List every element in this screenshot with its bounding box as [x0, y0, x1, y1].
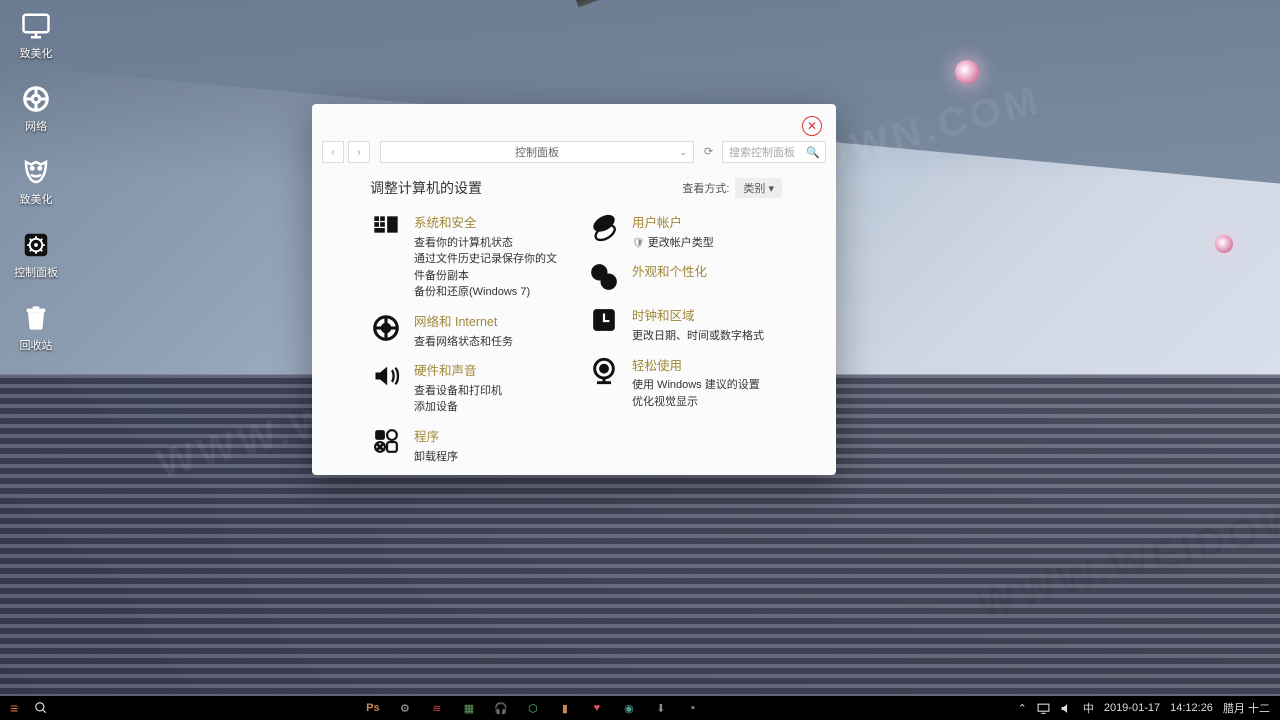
desktop-icon-label: 致美化: [20, 45, 53, 61]
chevron-down-icon: ⌄: [679, 147, 687, 158]
desktop-icon-label: 网络: [25, 118, 47, 134]
category-column-left: 系统和安全 查看你的计算机状态 通过文件历史记录保存你的文件备份副本 备份和还原…: [370, 214, 564, 465]
taskbar-app-shield[interactable]: ⬡: [526, 701, 540, 715]
tray-lunar: 腊月 十二: [1223, 700, 1270, 716]
desktop-icon-control-panel[interactable]: 控制面板: [8, 229, 64, 280]
taskbar-app-favorite[interactable]: ♥: [590, 701, 604, 715]
category-title[interactable]: 网络和 Internet: [414, 313, 513, 332]
category-link[interactable]: 添加设备: [414, 399, 502, 416]
category-link[interactable]: 更改日期、时间或数字格式: [632, 328, 764, 345]
tray-expand[interactable]: ⌃: [1018, 702, 1027, 715]
desktop-icon-beautify-alt[interactable]: 致美化: [8, 156, 64, 207]
search-button[interactable]: [34, 701, 48, 715]
start-menu-button[interactable]: ≡: [10, 700, 18, 716]
category-title[interactable]: 系统和安全: [414, 214, 564, 233]
category-title[interactable]: 外观和个性化: [632, 263, 707, 282]
view-mode-label: 查看方式:: [682, 180, 729, 196]
desktop-icon-beautify[interactable]: 致美化: [8, 10, 64, 61]
taskbar-app-terminal[interactable]: ▪: [686, 701, 700, 715]
address-bar[interactable]: 控制面板 ⌄: [380, 141, 694, 163]
nav-forward-button[interactable]: ›: [348, 141, 370, 163]
category-title[interactable]: 时钟和区域: [632, 307, 764, 326]
taskbar-app-notes[interactable]: ▮: [558, 701, 572, 715]
programs-icon: [370, 428, 402, 460]
taskbar-app-files[interactable]: ▦: [462, 701, 476, 715]
monitor-icon: [20, 10, 52, 42]
tray-time[interactable]: 14:12:26: [1170, 702, 1213, 714]
desktop-icons: 致美化 网络 致美化 控制面板 回收站: [8, 10, 64, 353]
desktop-icon-label: 回收站: [20, 337, 53, 353]
category-link[interactable]: 备份和还原(Windows 7): [414, 284, 564, 301]
category-link[interactable]: 查看网络状态和任务: [414, 334, 513, 351]
search-input[interactable]: 搜索控制面板 🔍: [722, 141, 826, 163]
shield-icon: 🛡: [632, 238, 645, 249]
category-title[interactable]: 程序: [414, 428, 458, 447]
search-icon: 🔍: [806, 146, 820, 159]
tray-volume-icon[interactable]: [1060, 702, 1073, 715]
view-mode-select[interactable]: 类别 ▾: [735, 178, 782, 198]
view-mode: 查看方式: 类别 ▾: [682, 178, 782, 198]
window-content: 调整计算机的设置 查看方式: 类别 ▾ 系统和安全 查看你的计算机状态 通过文件…: [312, 164, 836, 475]
taskbar-app-network[interactable]: ≋: [430, 701, 444, 715]
taskbar-app-camera[interactable]: ◉: [622, 701, 636, 715]
category-link[interactable]: 使用 Windows 建议的设置: [632, 377, 760, 394]
taskbar-apps: Ps ⚙ ≋ ▦ 🎧 ⬡ ▮ ♥ ◉ ⬇ ▪: [48, 701, 1017, 715]
network-icon: [20, 83, 52, 115]
desktop-icon-label: 致美化: [20, 191, 53, 207]
close-button[interactable]: ✕: [802, 116, 822, 136]
category-column-right: 用户帐户 🛡更改帐户类型 外观和个性化 时钟和区域 更改日期、时间或数字格式: [588, 214, 782, 465]
control-panel-window: ✕ ‹ › 控制面板 ⌄ ⟳ 搜索控制面板 🔍 调整计算机的设置 查看方式: 类…: [312, 104, 836, 475]
window-toolbar: ‹ › 控制面板 ⌄ ⟳ 搜索控制面板 🔍: [312, 140, 836, 164]
category-link[interactable]: 卸载程序: [414, 449, 458, 466]
network-icon: [370, 313, 402, 345]
search-placeholder: 搜索控制面板: [729, 144, 795, 160]
category-title[interactable]: 轻松使用: [632, 357, 760, 376]
tray-ime[interactable]: 中: [1083, 700, 1094, 716]
refresh-button[interactable]: ⟳: [704, 145, 718, 159]
taskbar: ≡ Ps ⚙ ≋ ▦ 🎧 ⬡ ▮ ♥ ◉ ⬇ ▪ ⌃ 中 2019-01-17 …: [0, 696, 1280, 720]
system-security-icon: [370, 214, 402, 246]
category-link[interactable]: 优化视觉显示: [632, 394, 760, 411]
taskbar-app-download[interactable]: ⬇: [654, 701, 668, 715]
nav-back-button[interactable]: ‹: [322, 141, 344, 163]
hardware-sound-icon: [370, 362, 402, 394]
desktop-icon-recycle-bin[interactable]: 回收站: [8, 302, 64, 353]
taskbar-app-photoshop[interactable]: Ps: [366, 701, 380, 715]
category-link[interactable]: 查看设备和打印机: [414, 383, 502, 400]
taskbar-app-audio[interactable]: 🎧: [494, 701, 508, 715]
trash-icon: [20, 302, 52, 334]
page-heading: 调整计算机的设置: [370, 178, 482, 198]
category-link[interactable]: 🛡更改帐户类型: [632, 235, 714, 252]
clock-region-icon: [588, 307, 620, 339]
desktop-icon-network[interactable]: 网络: [8, 83, 64, 134]
desktop-icon-label: 控制面板: [14, 264, 58, 280]
gear-icon: [20, 229, 52, 261]
taskbar-app-settings[interactable]: ⚙: [398, 701, 412, 715]
tray-network-icon[interactable]: [1037, 702, 1050, 715]
mask-icon: [20, 156, 52, 188]
ease-of-access-icon: [588, 357, 620, 389]
breadcrumb-text: 控制面板: [515, 144, 559, 160]
category-title[interactable]: 用户帐户: [632, 214, 714, 233]
tray-date[interactable]: 2019-01-17: [1104, 702, 1160, 714]
appearance-icon: [588, 263, 620, 295]
category-link[interactable]: 通过文件历史记录保存你的文件备份副本: [414, 251, 564, 284]
category-link[interactable]: 查看你的计算机状态: [414, 235, 564, 252]
category-title[interactable]: 硬件和声音: [414, 362, 502, 381]
user-accounts-icon: [588, 214, 620, 246]
